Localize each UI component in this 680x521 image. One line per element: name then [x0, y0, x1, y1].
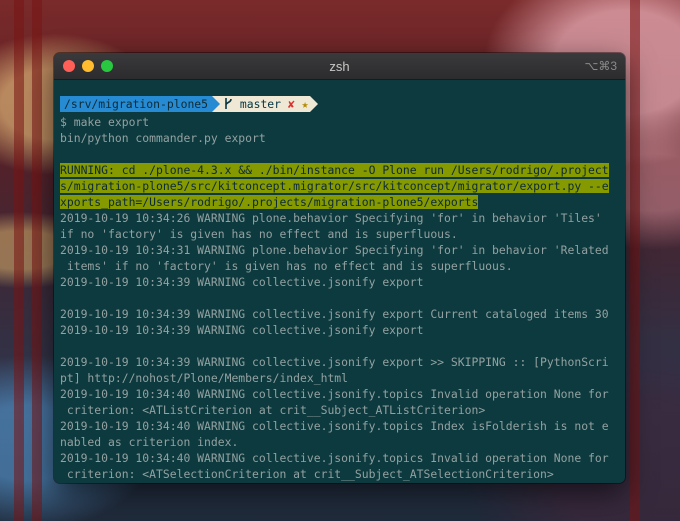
output-line: 2019-10-19 10:34:39 WARNING collective.j…	[60, 275, 424, 289]
output-line: nabled as criterion index.	[60, 435, 239, 449]
output-line: pt] http://nohost/Plone/Members/index_ht…	[60, 371, 349, 385]
output-line: 2019-10-19 10:34:40 WARNING collective.j…	[60, 387, 609, 401]
output-line: 2019-10-19 10:34:40 WARNING collective.j…	[60, 419, 609, 433]
prompt-separator	[310, 96, 319, 112]
output-line: criterion: <ATListCriterion at crit__Sub…	[60, 403, 486, 417]
terminal-window[interactable]: zsh ⌥⌘3 /srv/migration-plone5 master ✘ ★…	[54, 53, 625, 483]
prompt-git-segment: master ✘ ★	[220, 96, 311, 112]
shell-prompt: /srv/migration-plone5 master ✘ ★	[60, 96, 625, 112]
window-shortcut: ⌥⌘3	[584, 59, 617, 73]
background-decoration	[14, 0, 24, 521]
output-line: if no 'factory' is given has no effect a…	[60, 227, 458, 241]
title-bar[interactable]: zsh ⌥⌘3	[54, 53, 625, 80]
output-line: 2019-10-19 10:34:40 WARNING collective.j…	[60, 451, 609, 465]
prompt-dirty-mark: ✘	[287, 97, 295, 111]
terminal-output[interactable]: /srv/migration-plone5 master ✘ ★ $ make …	[54, 80, 625, 482]
output-line: 2019-10-19 10:34:39 WARNING collective.j…	[60, 355, 609, 369]
running-line: s/migration-plone5/src/kitconcept.migrat…	[60, 179, 609, 193]
running-line: RUNNING: cd ./plone-4.3.x && ./bin/insta…	[60, 163, 609, 177]
prompt-branch: master	[239, 97, 282, 111]
running-line: xports_path=/Users/rodrigo/.projects/mig…	[60, 195, 479, 209]
output-line: items' if no 'factory' is given has no e…	[60, 259, 513, 273]
output-line: bin/python commander.py export	[60, 131, 266, 145]
output-line: 2019-10-19 10:34:39 WARNING collective.j…	[60, 323, 424, 337]
background-decoration	[32, 0, 42, 521]
prompt-path: /srv/migration-plone5	[60, 96, 213, 112]
output-line: $ make export	[60, 115, 150, 129]
output-line: 2019-10-19 10:34:31 WARNING plone.behavi…	[60, 243, 609, 257]
prompt-star-mark: ★	[301, 97, 309, 111]
output-line: 2019-10-19 10:34:26 WARNING plone.behavi…	[60, 211, 602, 225]
background-decoration	[630, 0, 640, 521]
output-line: criterion: <ATSelectionCriterion at crit…	[60, 467, 554, 481]
git-branch-icon	[225, 98, 232, 109]
output-line: 2019-10-19 10:34:39 WARNING collective.j…	[60, 307, 609, 321]
prompt-separator	[212, 96, 221, 112]
window-title: zsh	[329, 59, 350, 74]
